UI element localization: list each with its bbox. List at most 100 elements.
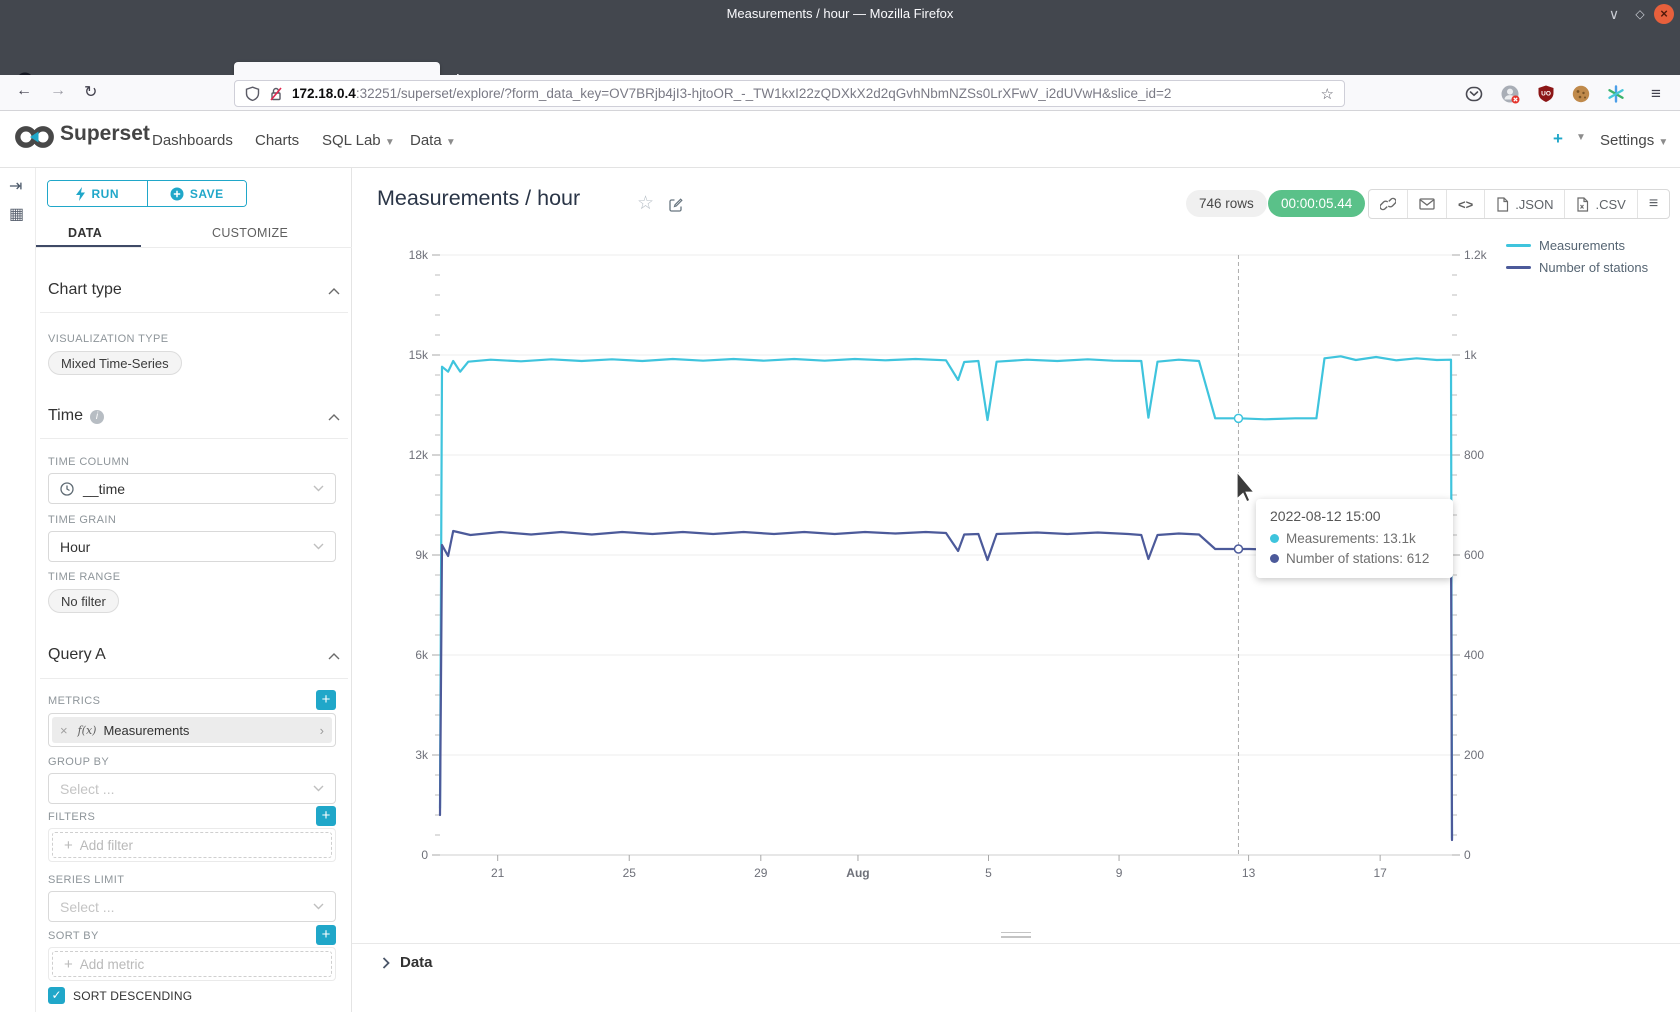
legend-item-measurements[interactable]: Measurements bbox=[1506, 234, 1648, 256]
chevron-down-icon: ▼ bbox=[446, 137, 456, 148]
metric-pill[interactable]: × f(x) Measurements › bbox=[52, 717, 332, 743]
superset-navbar bbox=[0, 111, 1680, 168]
query-timer-badge: 00:00:05.44 bbox=[1268, 190, 1365, 217]
series-limit-select[interactable]: Select ... bbox=[48, 891, 336, 922]
export-json-button[interactable]: .JSON bbox=[1484, 190, 1564, 218]
url-bar[interactable]: 172.18.0.4:32251/superset/explore/?form_… bbox=[234, 80, 1345, 107]
sort-by-dropzone[interactable]: +Add metric bbox=[48, 947, 336, 981]
email-button[interactable] bbox=[1407, 190, 1446, 218]
remove-metric-icon[interactable]: × bbox=[60, 723, 68, 738]
add-filter-plus-button[interactable]: + bbox=[316, 806, 336, 826]
chart-menu-icon[interactable]: ≡ bbox=[1637, 190, 1669, 218]
legend-swatch bbox=[1506, 244, 1531, 247]
export-csv-button[interactable]: .CSV bbox=[1564, 190, 1636, 218]
run-button[interactable]: RUN bbox=[48, 181, 147, 206]
series-limit-label: SERIES LIMIT bbox=[48, 874, 124, 886]
lock-broken-icon[interactable] bbox=[268, 86, 284, 102]
shield-icon[interactable] bbox=[245, 86, 260, 102]
add-new-button[interactable]: + bbox=[1553, 129, 1563, 149]
chevron-down-icon: ▼ bbox=[1658, 137, 1668, 148]
group-by-label: GROUP BY bbox=[48, 756, 109, 768]
legend-item-stations[interactable]: Number of stations bbox=[1506, 256, 1648, 278]
time-grain-label: TIME GRAIN bbox=[48, 514, 116, 526]
svg-text:13: 13 bbox=[1242, 866, 1256, 880]
nav-charts[interactable]: Charts bbox=[255, 132, 299, 149]
tab-data[interactable]: DATA bbox=[68, 226, 102, 240]
nav-dashboards[interactable]: Dashboards bbox=[152, 132, 233, 149]
svg-text:9k: 9k bbox=[415, 548, 429, 562]
chevron-right-icon bbox=[382, 957, 390, 969]
forward-button[interactable]: → bbox=[50, 82, 66, 100]
copy-link-button[interactable] bbox=[1369, 190, 1407, 218]
window-minimize-icon[interactable]: ∨ bbox=[1604, 4, 1624, 24]
resize-handle[interactable] bbox=[1001, 929, 1031, 940]
time-column-select[interactable]: __time bbox=[48, 473, 336, 504]
file-x-icon bbox=[1576, 197, 1589, 212]
time-range-pill[interactable]: No filter bbox=[48, 589, 119, 613]
chevron-right-icon[interactable]: › bbox=[320, 723, 324, 738]
browser-menu-icon[interactable]: ≡ bbox=[1646, 84, 1666, 104]
reload-button[interactable]: ↻ bbox=[84, 82, 97, 102]
svg-text:800: 800 bbox=[1464, 448, 1484, 462]
time-grain-select[interactable]: Hour bbox=[48, 531, 336, 562]
add-sort-metric-plus-button[interactable]: + bbox=[316, 925, 336, 945]
cookie-icon[interactable] bbox=[1571, 84, 1591, 104]
favorite-star-icon[interactable]: ☆ bbox=[637, 192, 654, 215]
window-maximize-icon[interactable]: ◇ bbox=[1630, 4, 1650, 24]
svg-text:9: 9 bbox=[1116, 866, 1123, 880]
plus-icon: + bbox=[64, 837, 73, 854]
edit-properties-icon[interactable] bbox=[668, 197, 684, 213]
svg-text:18k: 18k bbox=[409, 248, 429, 262]
tab-customize[interactable]: CUSTOMIZE bbox=[212, 226, 288, 240]
extension-asterisk-icon[interactable] bbox=[1606, 84, 1626, 104]
filters-dropzone[interactable]: +Add filter bbox=[48, 828, 336, 862]
metric-control: × f(x) Measurements › bbox=[48, 713, 336, 747]
superset-logo-icon[interactable] bbox=[12, 122, 58, 152]
chevron-up-icon[interactable] bbox=[328, 653, 340, 660]
viz-type-pill[interactable]: Mixed Time-Series bbox=[48, 351, 182, 375]
sort-by-label: SORT BY bbox=[48, 930, 99, 942]
pocket-icon[interactable] bbox=[1464, 84, 1484, 104]
filters-label: FILTERS bbox=[48, 811, 95, 823]
time-column-label: TIME COLUMN bbox=[48, 456, 129, 468]
group-by-select[interactable]: Select ... bbox=[48, 773, 336, 804]
settings-menu[interactable]: Settings ▼ bbox=[1600, 132, 1668, 149]
nav-data[interactable]: Data ▼ bbox=[410, 132, 456, 149]
svg-text:0: 0 bbox=[421, 848, 428, 862]
sort-descending-label: SORT DESCENDING bbox=[73, 989, 192, 1003]
series-dot-icon bbox=[1270, 554, 1279, 563]
tooltip-date: 2022-08-12 15:00 bbox=[1270, 508, 1439, 524]
section-chart-type[interactable]: Chart type bbox=[48, 281, 122, 299]
section-time[interactable]: Time bbox=[48, 407, 83, 425]
chevron-up-icon[interactable] bbox=[328, 288, 340, 295]
svg-text:1k: 1k bbox=[1464, 348, 1478, 362]
metrics-label: METRICS bbox=[48, 695, 100, 707]
browser-tab-strip: Apache Druid × Measurements / hour × + bbox=[0, 29, 1680, 75]
svg-text:400: 400 bbox=[1464, 648, 1484, 662]
chevron-down-icon bbox=[313, 785, 324, 792]
chevron-up-icon[interactable] bbox=[328, 414, 340, 421]
fx-icon: f(x) bbox=[78, 724, 97, 737]
sort-descending-checkbox[interactable]: ✓ bbox=[48, 987, 65, 1004]
window-close-button[interactable]: × bbox=[1654, 4, 1674, 24]
dataset-grid-icon[interactable]: ▦ bbox=[9, 204, 24, 224]
embed-code-button[interactable]: <> bbox=[1446, 190, 1484, 218]
bookmark-star-icon[interactable]: ☆ bbox=[1321, 85, 1334, 103]
superset-brand[interactable]: Superset bbox=[60, 122, 150, 146]
chart-legend: Measurements Number of stations bbox=[1506, 234, 1648, 278]
account-icon[interactable] bbox=[1500, 84, 1520, 104]
chevron-down-icon: ▼ bbox=[385, 137, 395, 148]
add-metric-plus-button[interactable]: + bbox=[316, 690, 336, 710]
svg-text:600: 600 bbox=[1464, 548, 1484, 562]
svg-text:21: 21 bbox=[491, 866, 505, 880]
data-panel-toggle[interactable]: Data bbox=[382, 954, 433, 971]
nav-sql-lab[interactable]: SQL Lab ▼ bbox=[322, 132, 395, 149]
ublock-origin-icon[interactable]: UO bbox=[1536, 84, 1556, 104]
save-button[interactable]: SAVE bbox=[147, 181, 247, 206]
section-query-a[interactable]: Query A bbox=[48, 646, 106, 664]
url-text: 172.18.0.4:32251/superset/explore/?form_… bbox=[292, 86, 1313, 101]
plus-icon: + bbox=[64, 956, 73, 973]
expand-datasource-icon[interactable]: ⇥ bbox=[9, 176, 22, 196]
back-button[interactable]: ← bbox=[16, 82, 32, 100]
chart-tooltip: 2022-08-12 15:00 Measurements: 13.1k Num… bbox=[1256, 499, 1453, 578]
